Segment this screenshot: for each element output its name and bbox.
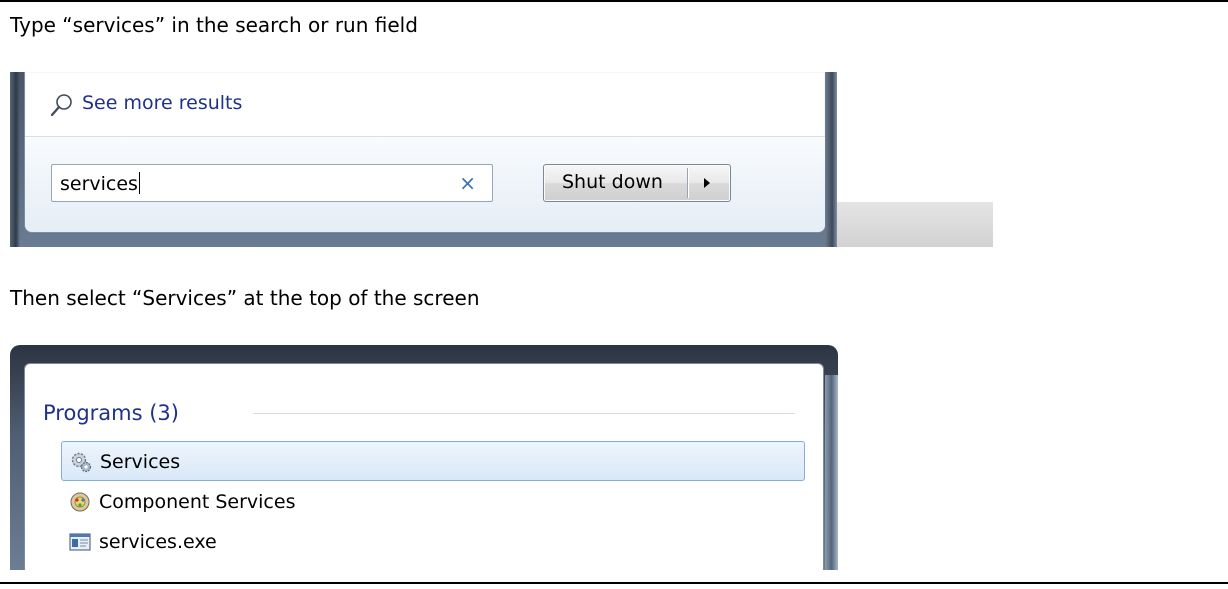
text-caret [138,172,140,194]
see-more-results-row[interactable]: See more results [25,72,825,137]
shut-down-button[interactable]: Shut down [543,164,731,202]
window-frame-edge [825,72,837,247]
table-top-border [0,0,1228,2]
shut-down-label: Shut down [562,171,663,193]
search-input-value: services [60,172,140,195]
result-label: services.exe [99,531,217,553]
step1-instruction: Type “services” in the search or run fie… [10,13,418,37]
programs-screenshot: Programs (3) Services Component Services [10,345,838,570]
arrow-right-icon[interactable] [704,178,710,188]
programs-group-title: Programs (3) [43,401,179,425]
start-menu-panel: See more results services × Shut down [24,72,826,233]
start-menu-bottom-pane: services × Shut down [25,137,825,232]
search-results-panel: Programs (3) Services Component Services [24,363,824,570]
result-item-services[interactable]: Services [61,441,805,481]
component-services-icon [70,492,90,512]
step2-instruction: Then select “Services” at the top of the… [10,286,480,310]
start-menu-frame: See more results services × Shut down [10,72,828,247]
result-item-services-exe[interactable]: services.exe [61,522,805,562]
result-label: Services [100,451,181,473]
result-item-component-services[interactable]: Component Services [61,482,805,522]
search-input[interactable]: services × [51,164,493,202]
group-divider [253,413,795,414]
clear-icon[interactable]: × [459,171,476,195]
search-icon [50,94,72,117]
start-menu-screenshot: See more results services × Shut down [10,72,993,247]
exe-window-icon [69,533,91,551]
button-separator [687,168,688,198]
window-frame-edge [825,375,838,570]
table-bottom-border [0,582,1228,584]
result-label: Component Services [99,491,296,513]
gears-icon [71,452,92,473]
see-more-results-link[interactable]: See more results [82,92,242,114]
taskbar-strip [830,202,993,247]
